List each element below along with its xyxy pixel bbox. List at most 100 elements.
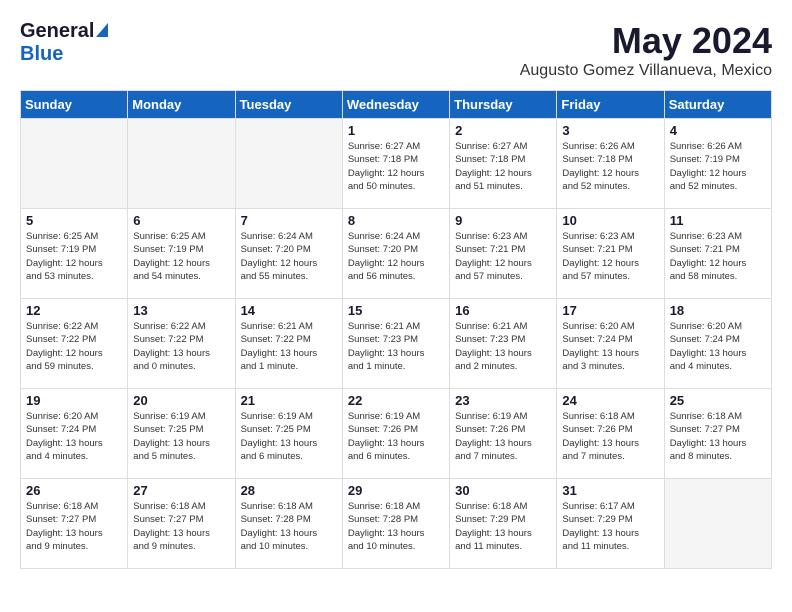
calendar-cell: 10 Sunrise: 6:23 AM Sunset: 7:21 PM Dayli… (557, 209, 664, 299)
calendar-cell: 12 Sunrise: 6:22 AM Sunset: 7:22 PM Dayli… (21, 299, 128, 389)
day-number: 13 (133, 303, 229, 318)
day-info: Sunrise: 6:20 AM Sunset: 7:24 PM Dayligh… (562, 320, 658, 373)
logo-general: General (20, 20, 94, 43)
calendar-cell: 22 Sunrise: 6:19 AM Sunset: 7:26 PM Dayli… (342, 389, 449, 479)
day-number: 3 (562, 123, 658, 138)
calendar-cell: 2 Sunrise: 6:27 AM Sunset: 7:18 PM Daylig… (450, 119, 557, 209)
day-info: Sunrise: 6:26 AM Sunset: 7:18 PM Dayligh… (562, 140, 658, 193)
location-title: Augusto Gomez Villanueva, Mexico (520, 62, 772, 80)
day-number: 19 (26, 393, 122, 408)
calendar-cell: 23Sunrise: 6:19 AM Sunset: 7:26 PM Dayli… (450, 389, 557, 479)
day-number: 1 (348, 123, 444, 138)
calendar-cell: 31 Sunrise: 6:17 AM Sunset: 7:29 PM Dayli… (557, 479, 664, 569)
day-number: 11 (670, 213, 766, 228)
day-info: Sunrise: 6:21 AM Sunset: 7:23 PM Dayligh… (348, 320, 444, 373)
day-info: Sunrise: 6:23 AM Sunset: 7:21 PM Dayligh… (670, 230, 766, 283)
day-number: 6 (133, 213, 229, 228)
day-info: Sunrise: 6:18 AM Sunset: 7:26 PM Dayligh… (562, 410, 658, 463)
day-number: 26 (26, 483, 122, 498)
day-number: 14 (241, 303, 337, 318)
day-info: Sunrise: 6:19 AM Sunset: 7:25 PM Dayligh… (133, 410, 229, 463)
day-number: 31 (562, 483, 658, 498)
calendar-cell: 18Sunrise: 6:20 AM Sunset: 7:24 PM Dayli… (664, 299, 771, 389)
day-info: Sunrise: 6:25 AM Sunset: 7:19 PM Dayligh… (133, 230, 229, 283)
calendar-cell (664, 479, 771, 569)
day-info: Sunrise: 6:20 AM Sunset: 7:24 PM Dayligh… (26, 410, 122, 463)
calendar-cell: 9 Sunrise: 6:23 AM Sunset: 7:21 PM Daylig… (450, 209, 557, 299)
logo-arrow-icon (96, 23, 108, 37)
day-info: Sunrise: 6:27 AM Sunset: 7:18 PM Dayligh… (455, 140, 551, 193)
week-row-0: 1 Sunrise: 6:27 AM Sunset: 7:18 PM Daylig… (21, 119, 772, 209)
day-info: Sunrise: 6:18 AM Sunset: 7:27 PM Dayligh… (26, 500, 122, 553)
calendar-cell: 25 Sunrise: 6:18 AM Sunset: 7:27 PM Dayli… (664, 389, 771, 479)
calendar-cell: 30Sunrise: 6:18 AM Sunset: 7:29 PM Dayli… (450, 479, 557, 569)
week-row-1: 5 Sunrise: 6:25 AM Sunset: 7:19 PM Daylig… (21, 209, 772, 299)
month-title: May 2024 (520, 20, 772, 62)
calendar-cell: 6 Sunrise: 6:25 AM Sunset: 7:19 PM Daylig… (128, 209, 235, 299)
day-info: Sunrise: 6:23 AM Sunset: 7:21 PM Dayligh… (455, 230, 551, 283)
day-number: 16 (455, 303, 551, 318)
day-info: Sunrise: 6:22 AM Sunset: 7:22 PM Dayligh… (133, 320, 229, 373)
calendar-cell: 13 Sunrise: 6:22 AM Sunset: 7:22 PM Dayli… (128, 299, 235, 389)
day-number: 24 (562, 393, 658, 408)
calendar-cell: 29 Sunrise: 6:18 AM Sunset: 7:28 PM Dayli… (342, 479, 449, 569)
day-info: Sunrise: 6:24 AM Sunset: 7:20 PM Dayligh… (348, 230, 444, 283)
title-section: May 2024 Augusto Gomez Villanueva, Mexic… (520, 20, 772, 80)
day-info: Sunrise: 6:19 AM Sunset: 7:25 PM Dayligh… (241, 410, 337, 463)
day-info: Sunrise: 6:17 AM Sunset: 7:29 PM Dayligh… (562, 500, 658, 553)
calendar-table: SundayMondayTuesdayWednesdayThursdayFrid… (20, 90, 772, 569)
header-friday: Friday (557, 91, 664, 119)
calendar-cell: 16 Sunrise: 6:21 AM Sunset: 7:23 PM Dayli… (450, 299, 557, 389)
header-wednesday: Wednesday (342, 91, 449, 119)
day-number: 25 (670, 393, 766, 408)
day-number: 5 (26, 213, 122, 228)
day-info: Sunrise: 6:18 AM Sunset: 7:27 PM Dayligh… (133, 500, 229, 553)
day-number: 12 (26, 303, 122, 318)
day-number: 4 (670, 123, 766, 138)
day-number: 8 (348, 213, 444, 228)
day-info: Sunrise: 6:25 AM Sunset: 7:19 PM Dayligh… (26, 230, 122, 283)
calendar-cell: 8 Sunrise: 6:24 AM Sunset: 7:20 PM Daylig… (342, 209, 449, 299)
calendar-cell: 19 Sunrise: 6:20 AM Sunset: 7:24 PM Dayli… (21, 389, 128, 479)
header-tuesday: Tuesday (235, 91, 342, 119)
day-number: 17 (562, 303, 658, 318)
day-number: 2 (455, 123, 551, 138)
logo: General Blue (20, 20, 108, 66)
calendar-cell: 24 Sunrise: 6:18 AM Sunset: 7:26 PM Dayli… (557, 389, 664, 479)
day-number: 20 (133, 393, 229, 408)
day-info: Sunrise: 6:18 AM Sunset: 7:28 PM Dayligh… (348, 500, 444, 553)
calendar-cell: 1Sunrise: 6:27 AM Sunset: 7:18 PM Daylig… (342, 119, 449, 209)
day-number: 22 (348, 393, 444, 408)
day-info: Sunrise: 6:21 AM Sunset: 7:23 PM Dayligh… (455, 320, 551, 373)
calendar-cell: 5 Sunrise: 6:25 AM Sunset: 7:19 PM Daylig… (21, 209, 128, 299)
logo-blue: Blue (20, 43, 63, 65)
calendar-cell: 20 Sunrise: 6:19 AM Sunset: 7:25 PM Dayli… (128, 389, 235, 479)
calendar-cell: 28Sunrise: 6:18 AM Sunset: 7:28 PM Dayli… (235, 479, 342, 569)
day-info: Sunrise: 6:22 AM Sunset: 7:22 PM Dayligh… (26, 320, 122, 373)
day-number: 7 (241, 213, 337, 228)
header-saturday: Saturday (664, 91, 771, 119)
day-number: 30 (455, 483, 551, 498)
calendar-cell: 14 Sunrise: 6:21 AM Sunset: 7:22 PM Dayli… (235, 299, 342, 389)
calendar-cell: 4Sunrise: 6:26 AM Sunset: 7:19 PM Daylig… (664, 119, 771, 209)
day-number: 27 (133, 483, 229, 498)
day-info: Sunrise: 6:20 AM Sunset: 7:24 PM Dayligh… (670, 320, 766, 373)
calendar-cell: 27 Sunrise: 6:18 AM Sunset: 7:27 PM Dayli… (128, 479, 235, 569)
calendar-cell: 21Sunrise: 6:19 AM Sunset: 7:25 PM Dayli… (235, 389, 342, 479)
header-sunday: Sunday (21, 91, 128, 119)
day-info: Sunrise: 6:21 AM Sunset: 7:22 PM Dayligh… (241, 320, 337, 373)
week-row-3: 19 Sunrise: 6:20 AM Sunset: 7:24 PM Dayli… (21, 389, 772, 479)
day-info: Sunrise: 6:23 AM Sunset: 7:21 PM Dayligh… (562, 230, 658, 283)
day-info: Sunrise: 6:18 AM Sunset: 7:28 PM Dayligh… (241, 500, 337, 553)
week-row-2: 12 Sunrise: 6:22 AM Sunset: 7:22 PM Dayli… (21, 299, 772, 389)
calendar-cell (21, 119, 128, 209)
day-number: 29 (348, 483, 444, 498)
calendar-cell (128, 119, 235, 209)
day-number: 9 (455, 213, 551, 228)
calendar-cell: 15Sunrise: 6:21 AM Sunset: 7:23 PM Dayli… (342, 299, 449, 389)
day-info: Sunrise: 6:18 AM Sunset: 7:27 PM Dayligh… (670, 410, 766, 463)
day-info: Sunrise: 6:19 AM Sunset: 7:26 PM Dayligh… (348, 410, 444, 463)
calendar-cell (235, 119, 342, 209)
day-info: Sunrise: 6:19 AM Sunset: 7:26 PM Dayligh… (455, 410, 551, 463)
day-number: 10 (562, 213, 658, 228)
